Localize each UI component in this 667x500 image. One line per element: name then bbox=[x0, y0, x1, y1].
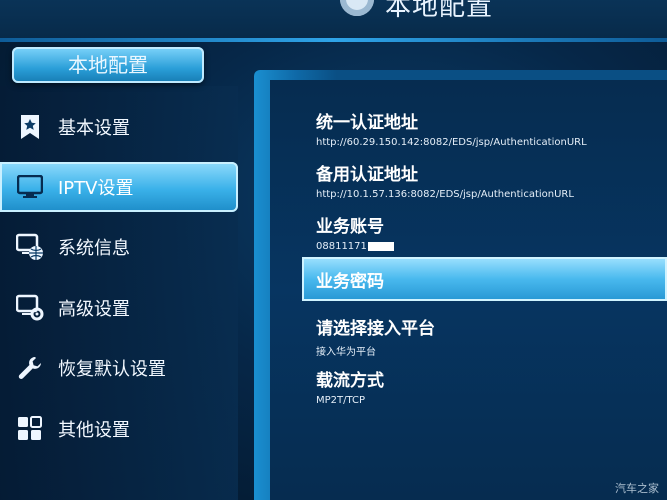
menu-label: 基本设置 bbox=[58, 118, 130, 139]
setting-title: 业务账号 bbox=[316, 217, 384, 237]
monitor-gear-icon bbox=[16, 294, 44, 322]
menu-item-advanced-settings[interactable]: 高级设置 bbox=[0, 283, 238, 333]
menu-label: 高级设置 bbox=[58, 299, 130, 320]
setting-account[interactable]: 业务账号 08811171 bbox=[316, 212, 394, 252]
setting-value: MP2T/TCP bbox=[316, 395, 366, 406]
menu-item-system-info[interactable]: 系统信息 bbox=[0, 222, 238, 272]
section-title-tab: 本地配置 bbox=[12, 47, 204, 83]
menu-label: 系统信息 bbox=[58, 238, 130, 259]
bookmark-icon bbox=[16, 113, 44, 141]
menu-item-other-settings[interactable]: 其他设置 bbox=[0, 404, 238, 454]
setting-title: 载流方式 bbox=[316, 371, 384, 391]
setting-password-selected[interactable]: 业务密码 bbox=[302, 257, 667, 301]
grid-icon bbox=[16, 415, 44, 443]
system-info-globe-icon bbox=[16, 233, 44, 261]
gear-icon bbox=[340, 0, 374, 16]
setting-value: 接入华为平台 bbox=[316, 347, 376, 358]
menu-item-iptv-settings[interactable]: IPTV设置 bbox=[0, 162, 238, 212]
setting-backup-auth-url[interactable]: 备用认证地址 http://10.1.57.136:8082/EDS/jsp/A… bbox=[316, 160, 574, 200]
menu-item-restore-defaults[interactable]: 恢复默认设置 bbox=[0, 343, 238, 393]
setting-value: http://10.1.57.136:8082/EDS/jsp/Authenti… bbox=[316, 189, 574, 200]
menu-item-basic-settings[interactable]: 基本设置 bbox=[0, 102, 238, 152]
setting-value: 08811171 bbox=[316, 241, 367, 252]
header-title: 本地配置 bbox=[385, 0, 494, 22]
header-divider bbox=[0, 38, 667, 42]
setting-title: 业务密码 bbox=[316, 272, 384, 292]
setting-transport[interactable]: 载流方式 MP2T/TCP bbox=[316, 366, 384, 406]
setting-title: 备用认证地址 bbox=[316, 165, 418, 185]
wrench-icon bbox=[16, 354, 44, 382]
setting-auth-url[interactable]: 统一认证地址 http://60.29.150.142:8082/EDS/jsp… bbox=[316, 108, 587, 148]
setting-platform[interactable]: 请选择接入平台 接入华为平台 bbox=[316, 314, 435, 358]
monitor-icon bbox=[16, 173, 44, 201]
menu-label: IPTV设置 bbox=[58, 178, 134, 199]
setting-value: http://60.29.150.142:8082/EDS/jsp/Authen… bbox=[316, 137, 587, 148]
setting-title: 请选择接入平台 bbox=[316, 319, 435, 339]
setting-value-row: 08811171 bbox=[316, 241, 394, 252]
redaction-block bbox=[367, 241, 394, 251]
setting-title: 统一认证地址 bbox=[316, 113, 418, 133]
top-header: 本地配置 bbox=[0, 0, 667, 40]
menu-label: 恢复默认设置 bbox=[58, 359, 166, 380]
watermark: 汽车之家 bbox=[615, 482, 659, 495]
menu-label: 其他设置 bbox=[58, 420, 130, 441]
